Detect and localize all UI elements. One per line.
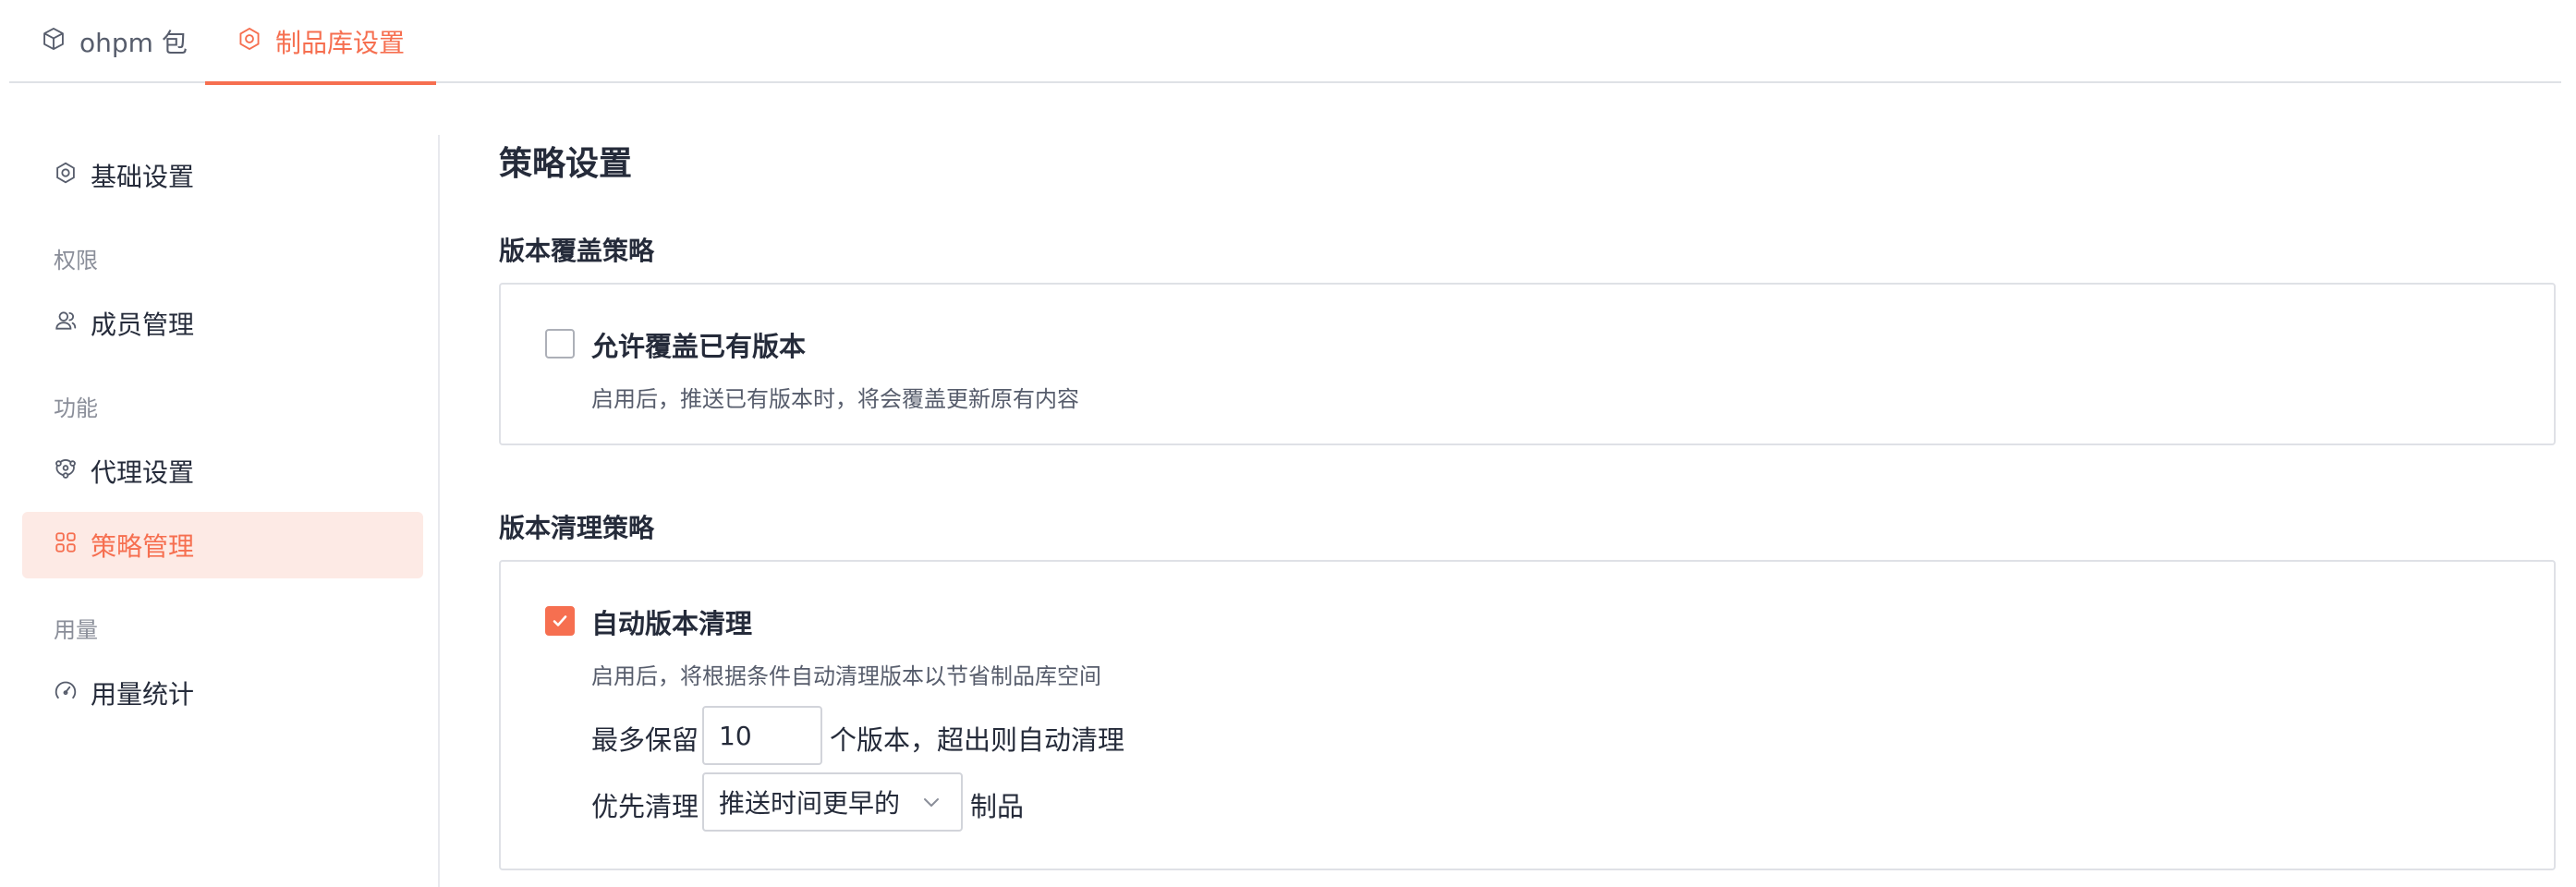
sidebar-item-policy[interactable]: 策略管理 — [22, 512, 423, 578]
sidebar: 基础设置 权限 成员管理 功能 代理设置 策略管理 用量 用量统计 — [0, 85, 440, 887]
tab-ohpm-package[interactable]: ohpm 包 — [9, 0, 219, 83]
allow-overwrite-label: 允许覆盖已有版本 — [591, 331, 807, 362]
grid-icon — [54, 530, 78, 561]
chevron-down-icon — [924, 798, 939, 807]
priority-suffix-label: 制品 — [970, 791, 1025, 822]
cleanup-priority-select[interactable]: 推送时间更早的 — [702, 772, 963, 832]
sidebar-item-label: 成员管理 — [91, 310, 195, 340]
sidebar-group-permissions: 权限 — [54, 248, 98, 273]
select-value: 推送时间更早的 — [719, 788, 901, 819]
sidebar-item-label: 策略管理 — [91, 531, 195, 562]
sidebar-item-label: 用量统计 — [91, 679, 195, 710]
section-title-overwrite: 版本覆盖策略 — [499, 236, 655, 266]
keep-versions-input[interactable] — [702, 706, 822, 765]
sidebar-item-label: 基础设置 — [91, 162, 195, 192]
sidebar-group-usage: 用量 — [54, 617, 98, 643]
gauge-icon — [54, 678, 78, 709]
keep-suffix-label: 个版本，超出则自动清理 — [830, 724, 1125, 756]
cleanup-policy-card: 自动版本清理 启用后，将根据条件自动清理版本以节省制品库空间 最多保留 个版本，… — [499, 560, 2556, 870]
auto-cleanup-label: 自动版本清理 — [591, 608, 753, 639]
sidebar-item-label: 代理设置 — [91, 457, 195, 488]
proxy-icon — [54, 456, 78, 487]
tab-label: 制品库设置 — [275, 28, 406, 58]
sidebar-item-members[interactable]: 成员管理 — [22, 290, 423, 357]
tab-repo-settings[interactable]: 制品库设置 — [205, 0, 437, 85]
allow-overwrite-checkbox[interactable] — [545, 329, 575, 358]
overwrite-policy-card: 允许覆盖已有版本 启用后，推送已有版本时，将会覆盖更新原有内容 — [499, 283, 2556, 445]
sidebar-item-usage-stats[interactable]: 用量统计 — [22, 660, 423, 726]
settings-icon — [54, 161, 78, 191]
sidebar-group-features: 功能 — [54, 395, 98, 421]
allow-overwrite-description: 启用后，推送已有版本时，将会覆盖更新原有内容 — [591, 386, 1079, 412]
users-icon — [54, 309, 78, 339]
auto-cleanup-checkbox[interactable] — [545, 606, 575, 636]
sidebar-divider — [438, 135, 440, 887]
sidebar-item-basic-settings[interactable]: 基础设置 — [22, 142, 423, 209]
keep-prefix-label: 最多保留 — [591, 724, 699, 756]
page-title: 策略设置 — [499, 145, 633, 183]
check-icon — [553, 615, 567, 626]
priority-prefix-label: 优先清理 — [591, 791, 699, 822]
tab-label: ohpm 包 — [79, 28, 188, 58]
auto-cleanup-description: 启用后，将根据条件自动清理版本以节省制品库空间 — [591, 663, 1101, 689]
sidebar-item-proxy[interactable]: 代理设置 — [22, 438, 423, 504]
package-icon — [41, 26, 67, 58]
section-title-cleanup: 版本清理策略 — [499, 513, 655, 543]
settings-icon — [237, 26, 262, 58]
top-tabs: ohpm 包 制品库设置 — [9, 0, 2561, 85]
